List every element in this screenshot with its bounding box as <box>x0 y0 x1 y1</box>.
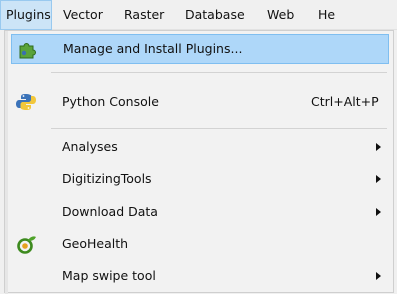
submenu-arrow-icon <box>376 175 381 183</box>
menu-item-manage-plugins[interactable]: Manage and Install Plugins... <box>11 34 389 64</box>
menu-item-label: DigitizingTools <box>62 171 152 186</box>
menu-separator <box>51 128 387 129</box>
menu-item-label: Analyses <box>62 139 118 154</box>
geohealth-icon <box>15 234 37 254</box>
menu-item-label: GeoHealth <box>62 236 129 251</box>
puzzle-plugin-icon <box>16 40 38 60</box>
menu-item-label: Manage and Install Plugins... <box>63 41 243 56</box>
menu-database[interactable]: Database <box>185 0 245 30</box>
submenu-arrow-icon <box>376 272 381 280</box>
python-icon <box>15 92 37 112</box>
menu-web[interactable]: Web <box>267 0 294 30</box>
menu-item-shortcut: Ctrl+Alt+P <box>311 94 379 109</box>
menu-item-analyses[interactable]: Analyses <box>11 132 389 162</box>
menu-item-map-swipe-tool[interactable]: Map swipe tool <box>11 261 389 291</box>
menu-bar: Plugins Vector Raster Database Web He <box>0 0 397 30</box>
menu-item-label: Download Data <box>62 204 158 219</box>
menu-item-download-data[interactable]: Download Data <box>11 197 389 227</box>
submenu-arrow-icon <box>376 208 381 216</box>
submenu-arrow-icon <box>376 143 381 151</box>
menu-item-geohealth[interactable]: GeoHealth <box>11 229 389 259</box>
menu-item-python-console[interactable]: Python Console Ctrl+Alt+P <box>11 87 389 117</box>
menu-vector[interactable]: Vector <box>63 0 103 30</box>
menu-item-label: Python Console <box>62 94 159 109</box>
menu-left-stripe <box>5 31 8 294</box>
menu-separator <box>51 72 387 73</box>
menu-raster[interactable]: Raster <box>124 0 164 30</box>
menu-item-label: Map swipe tool <box>62 268 156 283</box>
menu-item-digitizing-tools[interactable]: DigitizingTools <box>11 164 389 194</box>
plugins-dropdown-menu: Manage and Install Plugins... Python Con… <box>4 30 394 294</box>
menu-help-partial[interactable]: He <box>318 0 335 30</box>
menu-plugins[interactable]: Plugins <box>0 0 52 30</box>
